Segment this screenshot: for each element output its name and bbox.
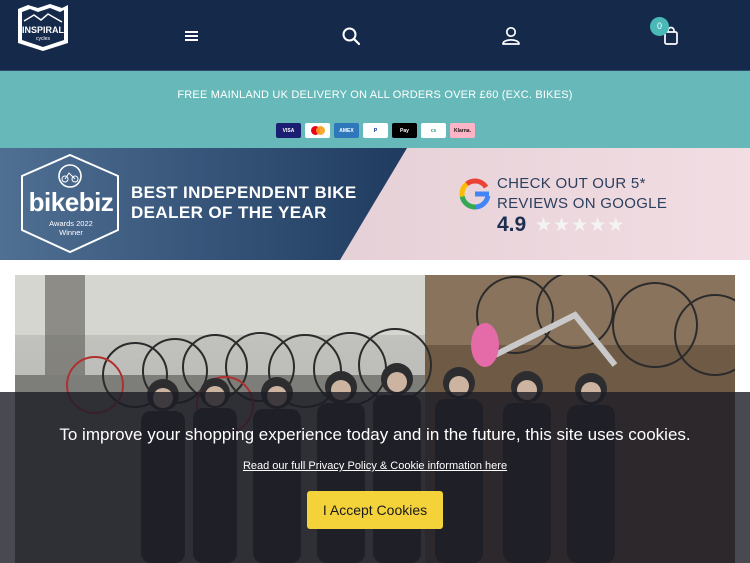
star-icon: ★ — [535, 215, 553, 236]
svg-text:INSPIRAL: INSPIRAL — [22, 25, 65, 35]
bikebiz-logo-text: bikebiz — [28, 187, 114, 217]
paypal-icon: P — [363, 123, 388, 138]
mastercard-icon — [305, 123, 330, 138]
bikebiz-award-subtitle: Awards 2022 Winner — [22, 219, 120, 237]
awards-banner[interactable]: bikebiz Awards 2022 Winner BEST INDEPEND… — [0, 148, 750, 260]
cookie-consent-banner: To improve your shopping experience toda… — [0, 392, 750, 563]
cycle-scheme-icon: cs — [421, 123, 446, 138]
star-icon: ★ — [589, 215, 607, 236]
inspiral-cycles-logo[interactable]: INSPIRAL cycles — [14, 3, 72, 53]
cookie-message: To improve your shopping experience toda… — [59, 425, 691, 444]
accept-cookies-button[interactable]: I Accept Cookies — [307, 491, 443, 529]
klarna-icon: Klarna. — [450, 123, 475, 138]
search-icon[interactable] — [339, 24, 363, 48]
apple-pay-icon: Pay — [392, 123, 417, 138]
award-title-line2: DEALER OF THE YEAR — [131, 203, 327, 222]
bikebiz-award-year: Awards 2022 — [49, 219, 93, 228]
delivery-message: FREE MAINLAND UK DELIVERY ON ALL ORDERS … — [177, 89, 573, 101]
google-reviews-line2: REVIEWS ON GOOGLE — [497, 195, 668, 212]
visa-icon: VISA — [276, 123, 301, 138]
site-header: INSPIRAL cycles 0 — [0, 0, 750, 71]
privacy-policy-link[interactable]: Read our full Privacy Policy & Cookie in… — [0, 460, 750, 472]
star-icon: ★ — [553, 215, 571, 236]
star-icon: ★ — [607, 215, 625, 236]
award-title-line1: BEST INDEPENDENT BIKE — [131, 183, 357, 202]
cart-count-badge[interactable]: 0 — [650, 17, 669, 36]
amex-icon: AMEX — [334, 123, 359, 138]
rating-stars: ★ ★ ★ ★ ★ — [535, 216, 624, 235]
star-icon: ★ — [571, 215, 589, 236]
user-account-icon[interactable] — [499, 24, 523, 48]
google-reviews-line1: CHECK OUT OUR 5* — [497, 175, 646, 192]
hamburger-menu-icon[interactable] — [180, 24, 204, 48]
google-rating-value: 4.9 — [497, 213, 527, 236]
bikebiz-award-winner: Winner — [59, 228, 83, 237]
svg-text:cycles: cycles — [36, 36, 50, 42]
delivery-banner: FREE MAINLAND UK DELIVERY ON ALL ORDERS … — [0, 71, 750, 148]
payment-methods: VISA AMEX P Pay cs Klarna. — [276, 123, 475, 138]
